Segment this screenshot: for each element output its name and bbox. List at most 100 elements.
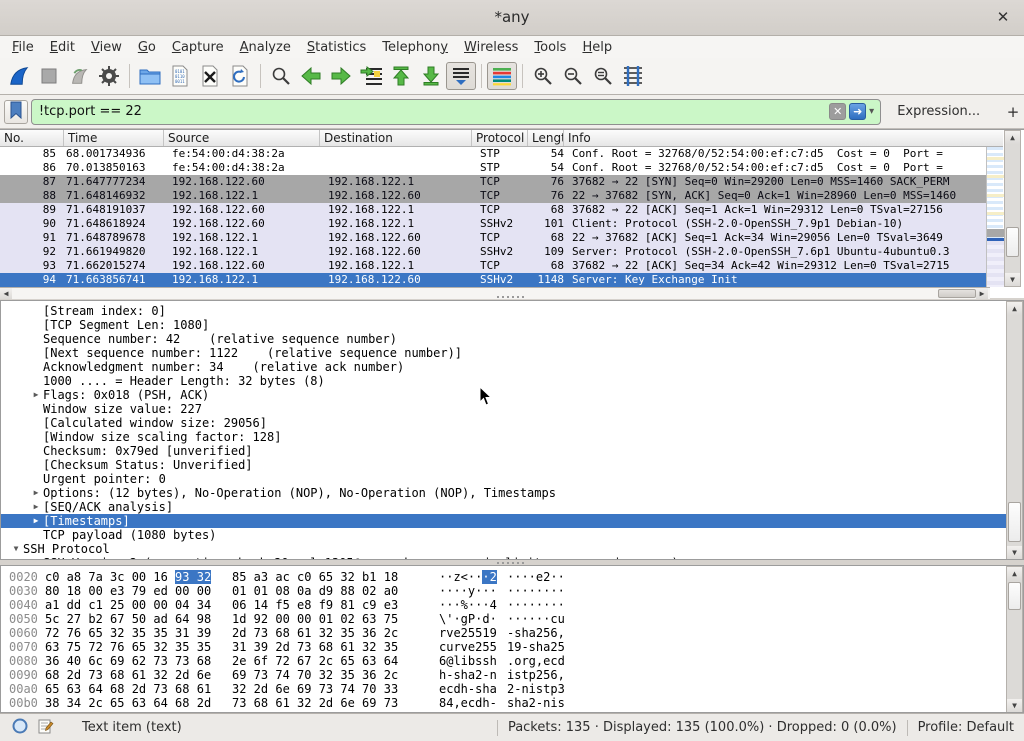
menu-tools[interactable]: Tools [526,39,574,56]
capture-comment-icon[interactable] [38,718,54,738]
hex-row[interactable]: 0020c0 a8 7a 3c 00 16 93 3285 a3 ac c0 6… [1,570,1023,584]
packet-row-94-selected[interactable]: 9471.663856741192.168.122.1192.168.122.6… [0,273,986,287]
detail-line[interactable]: Acknowledgment number: 34 (relative ack … [1,360,1023,374]
scroll-up-arrow[interactable]: ▲ [1007,302,1022,315]
close-window-button[interactable]: ✕ [992,0,1014,35]
scroll-up-arrow[interactable]: ▲ [1007,567,1022,580]
packet-row-87[interactable]: 8771.647777234192.168.122.60192.168.122.… [0,175,986,189]
zoom-original-button[interactable] [588,62,618,90]
detail-vscrollbar[interactable]: ▲ ▼ [1006,301,1023,560]
detail-line[interactable]: Urgent pointer: 0 [1,472,1023,486]
packet-row-90[interactable]: 9071.648618924192.168.122.60192.168.122.… [0,217,986,231]
start-capture-button[interactable] [4,62,34,90]
packet-row-86[interactable]: 8670.013850163fe:54:00:d4:38:2aSTP54Conf… [0,161,986,175]
packet-row-91[interactable]: 9171.648789678192.168.122.1192.168.122.6… [0,231,986,245]
bytes-vscrollbar[interactable]: ▲ ▼ [1006,566,1023,713]
zoom-in-button[interactable] [528,62,558,90]
scroll-down-arrow[interactable]: ▼ [1005,273,1020,286]
filter-apply-button[interactable]: ➜ [849,103,866,120]
detail-line[interactable]: [Calculated window size: 29056] [1,416,1023,430]
hex-row[interactable]: 009068 2d 73 68 61 32 2d 6e69 73 74 70 3… [1,668,1023,682]
col-header-info[interactable]: Info [564,130,1003,146]
col-header-length[interactable]: Length [528,130,564,146]
menu-telephony[interactable]: Telephony [374,39,456,56]
detail-line-timestamps-selected[interactable]: ▶[Timestamps] [1,514,1023,528]
detail-line[interactable]: [TCP Segment Len: 1080] [1,318,1023,332]
detail-line[interactable]: [Checksum Status: Unverified] [1,458,1023,472]
capture-options-button[interactable] [94,62,124,90]
packet-row-85[interactable]: 8568.001734936fe:54:00:d4:38:2aSTP54Conf… [0,147,986,161]
packet-row-92[interactable]: 9271.661949820192.168.122.1192.168.122.6… [0,245,986,259]
open-file-button[interactable] [135,62,165,90]
go-forward-button[interactable] [326,62,356,90]
col-header-protocol[interactable]: Protocol [472,130,528,146]
detail-line[interactable]: [Next sequence number: 1122 (relative se… [1,346,1023,360]
scroll-down-arrow[interactable]: ▼ [1007,546,1022,559]
scroll-up-arrow[interactable]: ▲ [1005,131,1020,144]
detail-line-options[interactable]: ▶Options: (12 bytes), No-Operation (NOP)… [1,486,1023,500]
hex-row[interactable]: 00505c 27 b2 67 50 ad 64 981d 92 00 00 0… [1,612,1023,626]
hex-row[interactable]: 008036 40 6c 69 62 73 73 682e 6f 72 67 2… [1,654,1023,668]
menu-capture[interactable]: Capture [164,39,232,56]
hex-row[interactable]: 006072 76 65 32 35 35 31 392d 73 68 61 3… [1,626,1023,640]
scroll-thumb[interactable] [1008,502,1021,542]
close-file-button[interactable] [195,62,225,90]
save-file-button[interactable]: 010101100011 [165,62,195,90]
menu-go[interactable]: Go [130,39,164,56]
detail-line[interactable]: [Stream index: 0] [1,304,1023,318]
add-filter-button[interactable]: + [1002,103,1024,121]
menu-view[interactable]: View [83,39,130,56]
menu-file[interactable]: File [4,39,42,56]
zoom-out-button[interactable] [558,62,588,90]
colorize-toggle[interactable] [487,62,517,90]
go-last-button[interactable] [416,62,446,90]
detail-line[interactable]: 1000 .... = Header Length: 32 bytes (8) [1,374,1023,388]
restart-capture-button[interactable] [64,62,94,90]
go-to-packet-button[interactable] [356,62,386,90]
filter-dropdown-caret[interactable]: ▾ [869,106,874,117]
detail-line-ssh-protocol[interactable]: ▼SSH Protocol [1,542,1023,556]
stop-capture-button[interactable] [34,62,64,90]
menu-analyze[interactable]: Analyze [232,39,299,56]
packet-row-89[interactable]: 8971.648191037192.168.122.60192.168.122.… [0,203,986,217]
filter-clear-button[interactable]: ✕ [829,103,846,120]
find-packet-button[interactable] [266,62,296,90]
packet-row-88[interactable]: 8871.648146932192.168.122.1192.168.122.6… [0,189,986,203]
col-header-source[interactable]: Source [164,130,320,146]
col-header-destination[interactable]: Destination [320,130,472,146]
col-header-no[interactable]: No. [0,130,64,146]
detail-line[interactable]: Sequence number: 42 (relative sequence n… [1,332,1023,346]
detail-line[interactable]: Window size value: 227 [1,402,1023,416]
scroll-thumb[interactable] [1008,582,1021,610]
scroll-down-arrow[interactable]: ▼ [1007,699,1022,712]
detail-line[interactable]: Checksum: 0x79ed [unverified] [1,444,1023,458]
menu-help[interactable]: Help [574,39,620,56]
titlebar[interactable]: *any ✕ [0,0,1024,36]
hex-row[interactable]: 003080 18 00 e3 79 ed 00 0001 01 08 0a d… [1,584,1023,598]
hex-row[interactable]: 00a065 63 64 68 2d 73 68 6132 2d 6e 69 7… [1,682,1023,696]
resize-columns-button[interactable] [618,62,648,90]
intelligent-scrollbar-minimap[interactable] [986,147,1003,287]
auto-scroll-toggle[interactable] [446,62,476,90]
menu-statistics[interactable]: Statistics [299,39,374,56]
filter-bookmark-button[interactable] [4,100,28,124]
detail-line[interactable]: TCP payload (1080 bytes) [1,528,1023,542]
go-back-button[interactable] [296,62,326,90]
packet-list-vscrollbar[interactable]: ▲ ▼ [1004,130,1021,287]
col-header-time[interactable]: Time [64,130,164,146]
profile-button[interactable]: Profile: Default [918,720,1024,735]
display-filter-input[interactable]: !tcp.port == 22 ✕ ➜ ▾ [31,99,881,125]
detail-line[interactable]: [Window size scaling factor: 128] [1,430,1023,444]
hex-row[interactable]: 0040a1 dd c1 25 00 00 04 3406 14 f5 e8 f… [1,598,1023,612]
expert-info-icon[interactable] [12,718,28,738]
packet-row-93[interactable]: 9371.662015274192.168.122.60192.168.122.… [0,259,986,273]
detail-line-flags[interactable]: ▶Flags: 0x018 (PSH, ACK) [1,388,1023,402]
reload-file-button[interactable] [225,62,255,90]
scroll-thumb[interactable] [1006,227,1019,257]
menu-edit[interactable]: Edit [42,39,83,56]
go-first-button[interactable] [386,62,416,90]
detail-line-seq-ack[interactable]: ▶[SEQ/ACK analysis] [1,500,1023,514]
expression-button[interactable]: Expression... [897,104,980,119]
hex-row[interactable]: 007063 75 72 76 65 32 35 3531 39 2d 73 6… [1,640,1023,654]
hex-row[interactable]: 00b038 34 2c 65 63 64 68 2d73 68 61 32 2… [1,696,1023,710]
